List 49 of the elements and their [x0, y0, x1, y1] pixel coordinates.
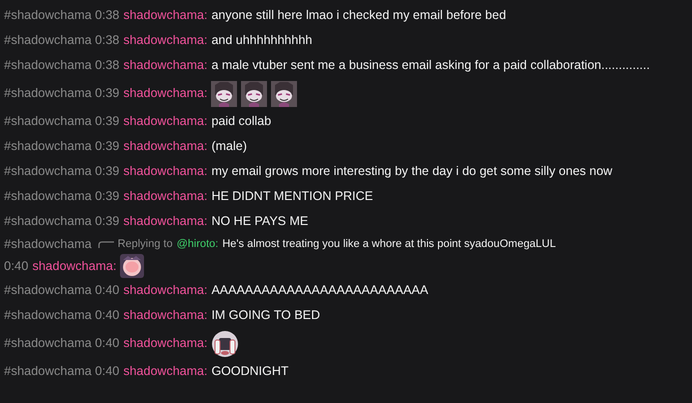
- channel-name: #shadowchama 0:40: [4, 335, 120, 352]
- channel-name: #shadowchama: [4, 236, 92, 252]
- username: shadowchama:: [123, 113, 208, 130]
- message-text: AAAAAAAAAAAAAAAAAAAAAAAAAA: [211, 282, 428, 299]
- channel-name: #shadowchama 0:39: [4, 163, 120, 180]
- reply-line-icon: [98, 240, 114, 248]
- reply-username: @hiroto:: [176, 236, 218, 252]
- username: shadowchama:: [32, 258, 116, 274]
- username: shadowchama:: [123, 163, 208, 180]
- message-text: my email grows more interesting by the day i do get some silly ones now: [211, 163, 612, 180]
- username: shadowchama:: [123, 307, 208, 324]
- username: shadowchama:: [123, 282, 208, 299]
- username: shadowchama:: [123, 213, 208, 230]
- message-text: and uhhhhhhhhhh: [211, 32, 312, 49]
- channel-name: #shadowchama 0:39: [4, 113, 120, 130]
- reply-message: He's almost treating you like a whore at this point syadouOmegaLUL: [222, 236, 556, 252]
- message-text: HE DIDNT MENTION PRICE: [211, 188, 374, 205]
- channel-name: #shadowchama 0:40: [4, 282, 120, 299]
- message-text: anyone still here lmao i checked my email before bed: [211, 7, 506, 24]
- username: shadowchama:: [123, 57, 208, 74]
- username: shadowchama:: [123, 335, 208, 352]
- emote-drawing: [120, 254, 144, 278]
- timestamp: 0:40: [4, 258, 28, 274]
- emote-drawing: [241, 80, 268, 106]
- username: shadowchama:: [123, 32, 208, 49]
- channel-name: #shadowchama 0:38: [4, 32, 120, 49]
- message-text: IM GOING TO BED: [211, 307, 320, 324]
- username: shadowchama:: [123, 188, 208, 205]
- channel-name: #shadowchama 0:40: [4, 307, 120, 324]
- username: shadowchama:: [123, 138, 208, 155]
- username: shadowchama:: [123, 7, 208, 24]
- channel-name: #shadowchama 0:39: [4, 188, 120, 205]
- channel-name: #shadowchama 0:38: [4, 57, 120, 74]
- message-text: NO HE PAYS ME: [211, 213, 308, 230]
- emote-drawing: [271, 80, 298, 106]
- emote-drawing: [211, 330, 240, 358]
- reply-label: Replying to: [118, 236, 173, 252]
- message-text: (male): [211, 138, 247, 155]
- emote-drawing: [211, 80, 238, 106]
- channel-name: #shadowchama 0:39: [4, 213, 120, 230]
- channel-name: #shadowchama 0:40: [4, 363, 120, 380]
- channel-name: #shadowchama 0:39: [4, 85, 120, 102]
- message-text: paid collab: [211, 113, 272, 130]
- message-text: GOODNIGHT: [211, 363, 289, 380]
- username: shadowchama:: [123, 363, 208, 380]
- channel-name: #shadowchama 0:39: [4, 138, 120, 155]
- username: shadowchama:: [123, 85, 208, 102]
- channel-name: #shadowchama 0:38: [4, 7, 120, 24]
- message-text: a male vtuber sent me a business email asking for a paid collaboration..............: [211, 57, 650, 74]
